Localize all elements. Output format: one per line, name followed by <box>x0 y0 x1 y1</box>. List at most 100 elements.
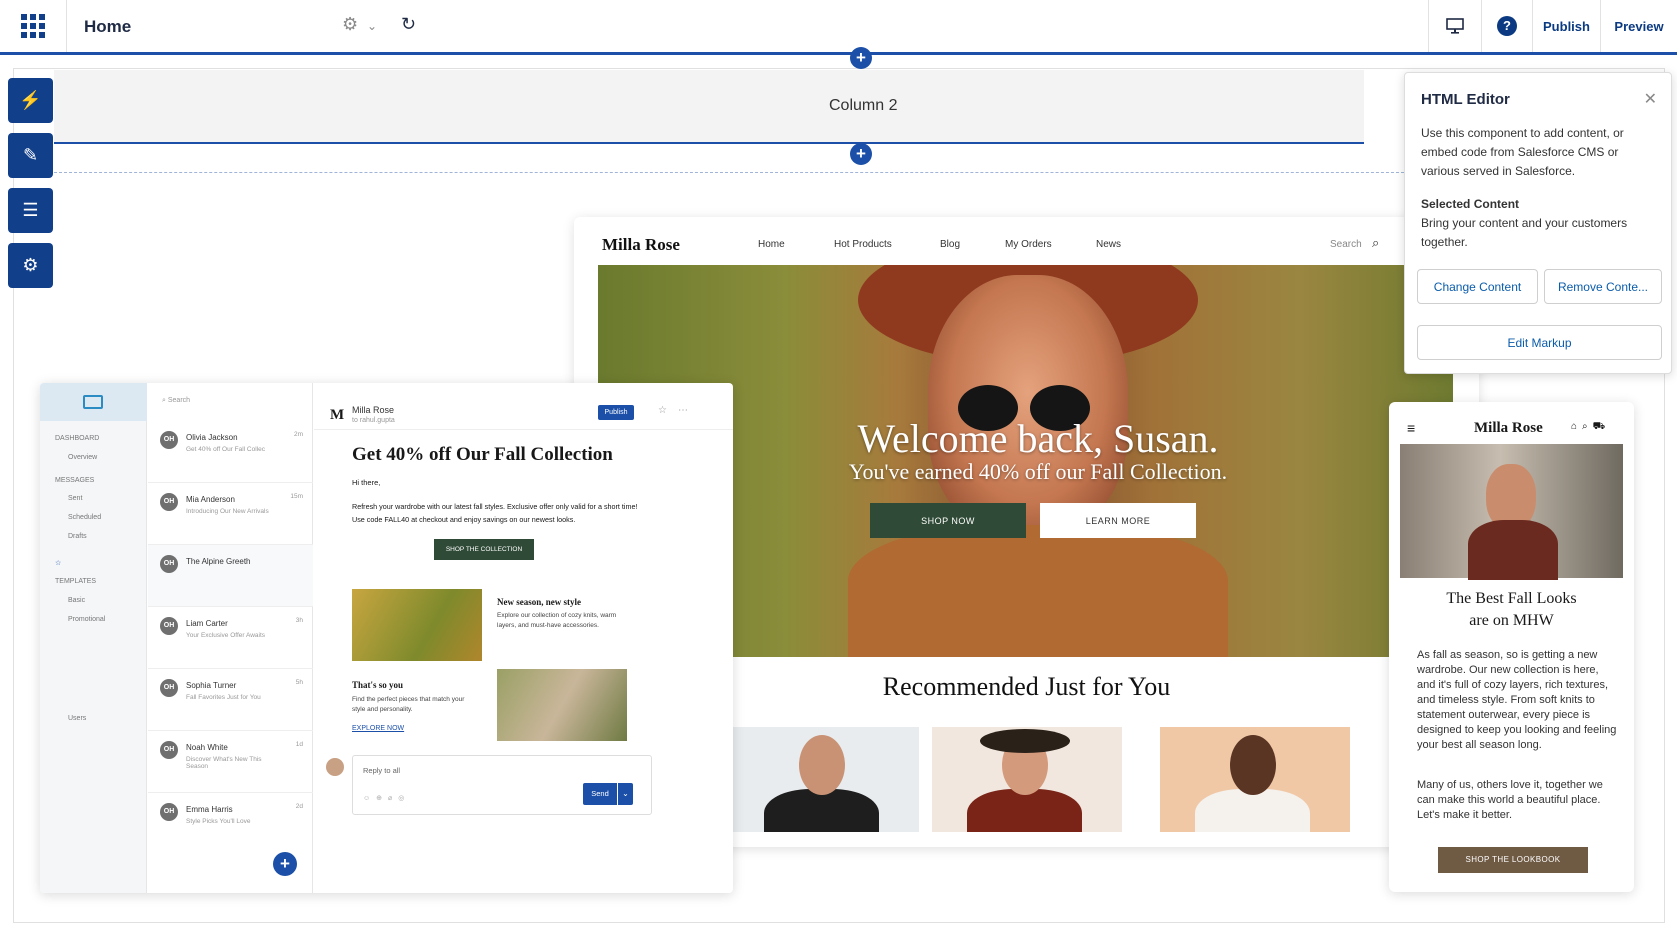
site-logo: Milla Rose <box>602 235 680 254</box>
close-icon[interactable]: ✕ <box>1644 89 1657 109</box>
recommended-item-3[interactable] <box>1160 727 1350 832</box>
rail-sent[interactable]: Sent <box>68 495 82 502</box>
preview-button[interactable]: Preview <box>1600 0 1677 52</box>
gear-icon[interactable]: ⚙ <box>342 14 358 35</box>
page-structure-button[interactable]: ☰ <box>8 188 53 233</box>
rail-drafts[interactable]: Drafts <box>68 533 87 540</box>
hamburger-icon[interactable]: ≡ <box>1407 420 1415 436</box>
nav-hot-products[interactable]: Hot Products <box>834 239 892 250</box>
change-content-button[interactable]: Change Content <box>1417 269 1538 304</box>
list-item[interactable]: OH Mia Anderson Introducing Our New Arriva… <box>148 483 313 545</box>
mail-publish-button[interactable]: Publish <box>598 405 634 420</box>
mail-search-input[interactable]: ⌕ Search <box>162 397 190 405</box>
message-body: M Milla Rose to rahul.gupta Publish ☆ ⋯ … <box>314 383 733 893</box>
nav-blog[interactable]: Blog <box>940 239 960 250</box>
sender-logo: M <box>330 407 345 423</box>
shop-collection-button[interactable]: SHOP THE COLLECTION <box>434 539 534 560</box>
list-item[interactable]: OH Olivia Jackson Get 40% off Our Fall Col… <box>148 421 313 483</box>
recommended-item-2[interactable] <box>932 727 1122 832</box>
email-client-preview[interactable]: DASHBOARD Overview MESSAGES Sent Schedul… <box>40 383 733 893</box>
reply-box[interactable]: Reply to all ☺⊕⌀◎ Send ⌄ <box>352 755 652 815</box>
mobile-logo: Milla Rose <box>1474 420 1543 436</box>
shop-now-button[interactable]: SHOP NOW <box>870 503 1026 538</box>
list-item[interactable]: OH Noah White Discover What's New This Sea… <box>148 731 313 793</box>
help-button[interactable]: ? <box>1481 0 1532 52</box>
message-list: ⌕ Search OH Olivia Jackson Get 40% off Our… <box>148 383 313 893</box>
email-body-1: Refresh your wardrobe with our latest fa… <box>352 502 638 511</box>
mobile-title-line2: are on MHW <box>1469 612 1554 629</box>
selected-content-label: Selected Content <box>1421 197 1520 211</box>
site-search-icon[interactable]: ⌕ <box>1372 235 1379 251</box>
publish-button[interactable]: Publish <box>1532 0 1600 52</box>
site-search[interactable]: Search <box>1330 239 1362 250</box>
settings-gear-icon: ⚙ <box>22 255 39 275</box>
help-icon: ? <box>1497 16 1517 36</box>
sender-name: Milla Rose <box>352 405 395 415</box>
more-icon[interactable]: ⋯ <box>678 405 688 416</box>
rail-overview[interactable]: Overview <box>68 454 97 461</box>
remove-content-button[interactable]: Remove Conte... <box>1544 269 1662 304</box>
list-item[interactable]: OH Sophia Turner Fall Favorites Just for Y… <box>148 669 313 731</box>
mobile-preview[interactable]: ≡ Milla Rose ⌂⌕⛟ The Best Fall Looks are… <box>1389 402 1634 892</box>
list-icon: ☰ <box>22 200 39 220</box>
device-preview-button[interactable] <box>1428 0 1481 52</box>
rail-users[interactable]: Users <box>68 715 86 722</box>
theme-button[interactable]: ✎ <box>8 133 53 178</box>
send-options-icon[interactable]: ⌄ <box>618 783 633 805</box>
monitor-icon <box>1446 18 1464 34</box>
mobile-header-icons[interactable]: ⌂⌕⛟ <box>1571 421 1610 434</box>
app-launcher-button[interactable] <box>0 0 67 52</box>
block1-title: New season, new style <box>497 597 581 607</box>
lightning-icon: ⚡ <box>19 90 42 110</box>
rail-promotional[interactable]: Promotional <box>68 616 105 623</box>
mobile-title-line1: The Best Fall Looks <box>1446 590 1577 607</box>
nav-home[interactable]: Home <box>758 239 785 250</box>
editor-description: Use this component to add content, or em… <box>1421 126 1624 178</box>
settings-button[interactable]: ⚙ <box>8 243 53 288</box>
recipient: to rahul.gupta <box>352 417 395 424</box>
top-bar: Home ⚙ ⌄ ↻ ? Publish Preview <box>0 0 1677 55</box>
mail-rail: DASHBOARD Overview MESSAGES Sent Schedul… <box>40 383 147 893</box>
mobile-hero-image <box>1400 444 1623 580</box>
app-launcher-icon <box>21 14 45 38</box>
mail-envelope-icon <box>83 395 103 409</box>
add-section-button[interactable]: + <box>850 143 872 165</box>
mobile-paragraph-2: Many of us, others love it, together we … <box>1417 779 1603 821</box>
refresh-icon[interactable]: ↻ <box>401 14 416 35</box>
editor-title: HTML Editor <box>1421 91 1510 108</box>
mobile-paragraph-1: As fall as season, so is getting a new w… <box>1417 649 1617 751</box>
shop-lookbook-button[interactable]: SHOP THE LOOKBOOK <box>1438 847 1588 873</box>
selected-content-desc: Bring your content and your customers to… <box>1421 216 1628 249</box>
column-label: Column 2 <box>829 97 898 114</box>
explore-link[interactable]: EXPLORE NOW <box>352 725 404 732</box>
reply-to-all[interactable]: Reply to all <box>363 766 400 775</box>
edit-markup-button[interactable]: Edit Markup <box>1417 325 1662 360</box>
nav-my-orders[interactable]: My Orders <box>1005 239 1052 250</box>
list-item[interactable]: OH Liam Carter Your Exclusive Offer Awaits… <box>148 607 313 669</box>
components-button[interactable]: ⚡ <box>8 78 53 123</box>
list-item[interactable]: OH The Alpine Greeth <box>148 545 313 607</box>
list-item[interactable]: OH Emma Harris Style Picks You'll Love 2d <box>148 793 313 855</box>
divider <box>314 429 733 430</box>
rail-scheduled[interactable]: Scheduled <box>68 514 101 521</box>
compose-button[interactable]: + <box>273 852 297 876</box>
nav-news[interactable]: News <box>1096 239 1121 250</box>
rail-basic[interactable]: Basic <box>68 597 85 604</box>
block1-text: Explore our collection of cozy knits, wa… <box>497 612 617 629</box>
rail-messages: MESSAGES <box>55 477 95 484</box>
format-icons[interactable]: ☺⊕⌀◎ <box>363 794 410 802</box>
rail-dashboard[interactable]: DASHBOARD <box>55 435 99 442</box>
page-title: Home <box>84 17 132 36</box>
add-section-top-button[interactable]: + <box>850 47 872 69</box>
email-image-1 <box>352 589 482 661</box>
star-icon[interactable]: ☆ <box>55 559 61 567</box>
learn-more-button[interactable]: LEARN MORE <box>1040 503 1196 538</box>
column-region[interactable]: Column 2 <box>54 70 1364 144</box>
recommended-item-1[interactable] <box>729 727 919 832</box>
chevron-down-icon[interactable]: ⌄ <box>367 19 377 33</box>
email-image-2 <box>497 669 627 741</box>
block2-title: That's so you <box>352 680 404 690</box>
send-button[interactable]: Send <box>583 783 617 805</box>
star-outline-icon[interactable]: ☆ <box>658 405 667 416</box>
html-editor-panel: HTML Editor ✕ Use this component to add … <box>1404 72 1672 374</box>
